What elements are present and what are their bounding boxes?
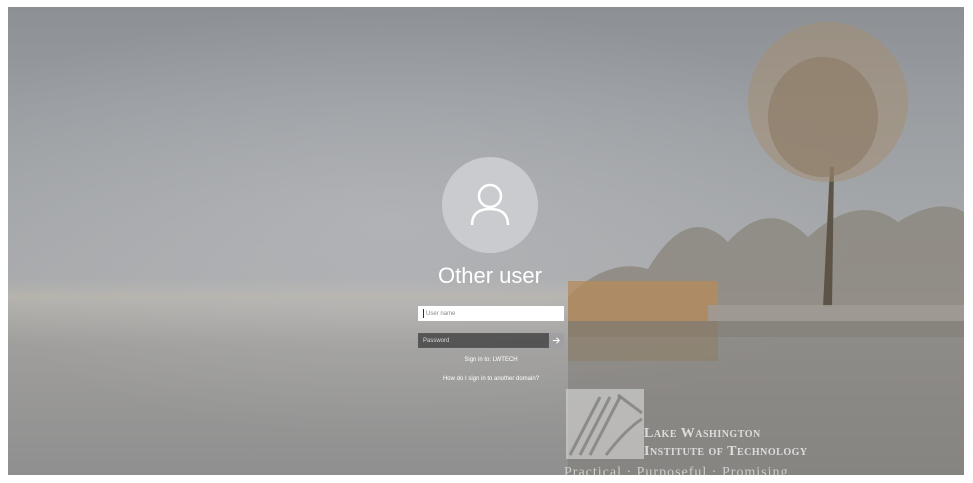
institution-tagline: Practical · Purposeful · Promising <box>564 465 789 475</box>
login-panel: Other user User name Password Sign in to… <box>8 7 964 475</box>
username-placeholder: User name <box>426 310 456 317</box>
arrow-right-icon <box>552 337 560 344</box>
user-avatar <box>442 157 538 253</box>
institution-name: Lake Washington Institute of Technology <box>644 425 808 461</box>
sign-in-domain-text: Sign in to: LWTECH <box>464 357 518 363</box>
user-display-name: Other user <box>438 263 542 288</box>
institution-line-1: Lake Washington <box>644 426 761 441</box>
other-domain-link[interactable]: How do I sign in to another domain? <box>408 376 574 382</box>
lwtech-logo-icon <box>566 389 644 459</box>
username-field[interactable]: User name <box>418 306 564 321</box>
text-cursor <box>423 309 424 318</box>
password-placeholder: Password <box>423 337 450 344</box>
institution-line-2: Institute of Technology <box>644 444 808 459</box>
submit-button[interactable] <box>549 333 564 348</box>
lock-screen: Other user User name Password Sign in to… <box>8 7 964 475</box>
user-icon <box>470 183 510 226</box>
password-field[interactable]: Password <box>418 333 549 348</box>
